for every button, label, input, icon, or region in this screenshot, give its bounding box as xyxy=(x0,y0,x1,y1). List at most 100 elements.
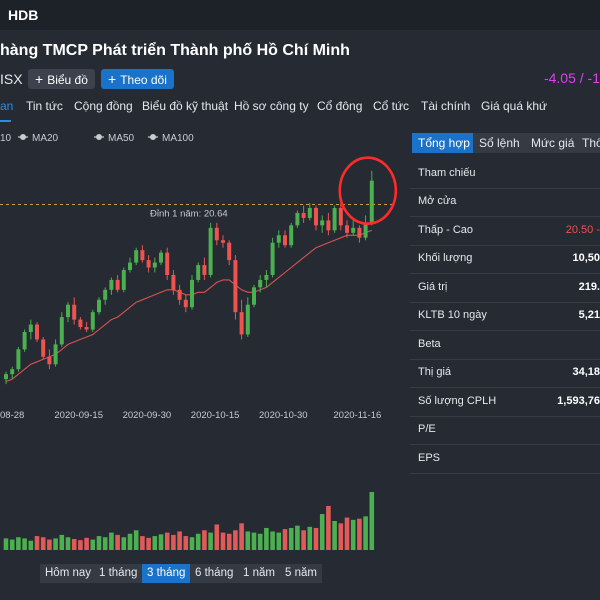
row-beta: Beta xyxy=(410,331,600,360)
volume-bar xyxy=(28,540,34,550)
candle-body xyxy=(152,262,157,268)
volume-bar xyxy=(34,536,40,550)
range-3-months[interactable]: 3 tháng xyxy=(142,564,191,583)
volume-bar xyxy=(115,534,120,550)
candle-body xyxy=(171,274,176,290)
volume-bar xyxy=(251,532,257,550)
volume-bar xyxy=(301,530,306,550)
volume-bar xyxy=(53,538,58,550)
legend-label: MA50 xyxy=(108,133,135,144)
row-value: 20.50 - xyxy=(565,224,600,236)
candle-body xyxy=(146,260,151,268)
candle-body xyxy=(239,312,244,335)
volume-bar xyxy=(158,534,164,550)
volume-bar xyxy=(264,527,269,550)
tab-overview[interactable]: an xyxy=(0,99,13,113)
row-volume: Khối lượng 10,50 xyxy=(410,245,600,274)
volume-bar xyxy=(140,536,145,550)
legend-marker xyxy=(150,134,156,140)
volume-bar xyxy=(90,539,96,550)
candle-body xyxy=(140,250,145,261)
candle-body xyxy=(165,252,170,275)
volume-bar xyxy=(363,516,368,550)
candle-body xyxy=(221,240,225,243)
volume-bar xyxy=(220,532,226,550)
volume-bar xyxy=(40,537,46,550)
tab-price-levels[interactable]: Mức giá xyxy=(525,133,581,153)
tab-company-profile[interactable]: Hồ sơ công ty xyxy=(234,99,309,113)
tab-summary[interactable]: Tổng hợp xyxy=(412,133,476,153)
row-reference: Tham chiếu xyxy=(410,160,600,189)
volume-bar xyxy=(16,537,21,550)
tab-price-history[interactable]: Giá quá khứ xyxy=(481,99,547,113)
tab-dividends[interactable]: Cổ tức xyxy=(373,99,409,113)
legend-marker xyxy=(20,134,26,140)
volume-bar xyxy=(257,533,263,550)
price-chart[interactable]: 10 MA20 MA50 MA100 Đỉnh 1 năm: 20.64 08-28 202… xyxy=(0,126,400,592)
range-5-years[interactable]: 5 năm xyxy=(280,564,322,583)
range-today[interactable]: Hôm nay xyxy=(40,564,97,583)
candle-body xyxy=(252,287,256,305)
candle-body xyxy=(59,317,64,345)
tab-statistics[interactable]: Thố xyxy=(576,133,600,153)
row-value: 5,21 xyxy=(578,309,600,321)
tab-news[interactable]: Tin tức xyxy=(26,99,63,113)
tab-financials[interactable]: Tài chính xyxy=(421,99,470,113)
volume-bar xyxy=(202,530,207,550)
volume-bar xyxy=(326,505,331,550)
volume-bar xyxy=(109,532,114,550)
row-label: Thấp - Cao xyxy=(418,224,474,236)
x-tick-label: 08-28 xyxy=(0,410,24,421)
row-label: Tham chiếu xyxy=(418,167,476,179)
chart-panel[interactable]: 10 MA20 MA50 MA100 Đỉnh 1 năm: 20.64 08-28 202… xyxy=(0,126,400,592)
volume-bar xyxy=(3,538,9,550)
volume-bar xyxy=(47,539,52,550)
follow-button[interactable]: + Theo dõi xyxy=(101,69,174,89)
row-label: Số lượng CPLH xyxy=(418,395,497,407)
volume-bar xyxy=(195,533,201,550)
volume-bar xyxy=(127,533,133,550)
row-label: Khối lượng xyxy=(418,252,473,264)
legend-label: MA100 xyxy=(162,133,194,144)
tab-shareholders[interactable]: Cổ đông xyxy=(317,99,362,113)
tab-community[interactable]: Cộng đồng xyxy=(74,99,133,113)
company-name: hàng TMCP Phát triển Thành phố Hồ Chí Mi… xyxy=(0,42,350,59)
tab-order-book[interactable]: Sổ lệnh xyxy=(473,133,526,153)
candle-body xyxy=(369,180,374,223)
volume-bar xyxy=(282,529,288,550)
row-label: Thị giá xyxy=(418,366,452,378)
volume-bar xyxy=(208,532,213,550)
chart-button[interactable]: + Biểu đồ xyxy=(28,69,95,89)
candle-body xyxy=(4,374,8,380)
candle-body xyxy=(307,208,312,218)
candle-body xyxy=(35,324,39,340)
volume-bar xyxy=(9,539,15,550)
volume-bar xyxy=(357,518,362,550)
top-bar: HDB xyxy=(0,0,600,30)
candle-body xyxy=(202,265,207,275)
volume-bar xyxy=(171,534,176,550)
row-value: 34,18 xyxy=(572,366,600,378)
candle-body xyxy=(183,299,188,308)
row-label: Mở cửa xyxy=(418,195,457,207)
candle-body xyxy=(66,304,70,318)
volume-bar xyxy=(369,492,375,550)
range-6-months[interactable]: 6 tháng xyxy=(190,564,239,583)
range-1-month[interactable]: 1 tháng xyxy=(94,564,143,583)
candle-body xyxy=(289,225,294,246)
tab-technical-chart[interactable]: Biểu đồ kỹ thuật xyxy=(142,99,228,113)
row-value: 219. xyxy=(578,281,600,293)
exchange-label: ISX xyxy=(0,71,23,87)
volume-bar xyxy=(22,538,27,550)
volume-bar xyxy=(307,526,313,550)
volume-bar xyxy=(313,527,319,550)
range-1-year[interactable]: 1 năm xyxy=(238,564,280,583)
row-label: EPS xyxy=(418,452,441,464)
chart-button-label: Biểu đồ xyxy=(47,73,88,87)
candle-body xyxy=(128,262,132,270)
candle-body xyxy=(283,235,287,246)
candle-body xyxy=(314,208,318,226)
volume-bar xyxy=(270,531,275,550)
candle-body xyxy=(16,349,21,370)
candle-body xyxy=(47,356,52,365)
